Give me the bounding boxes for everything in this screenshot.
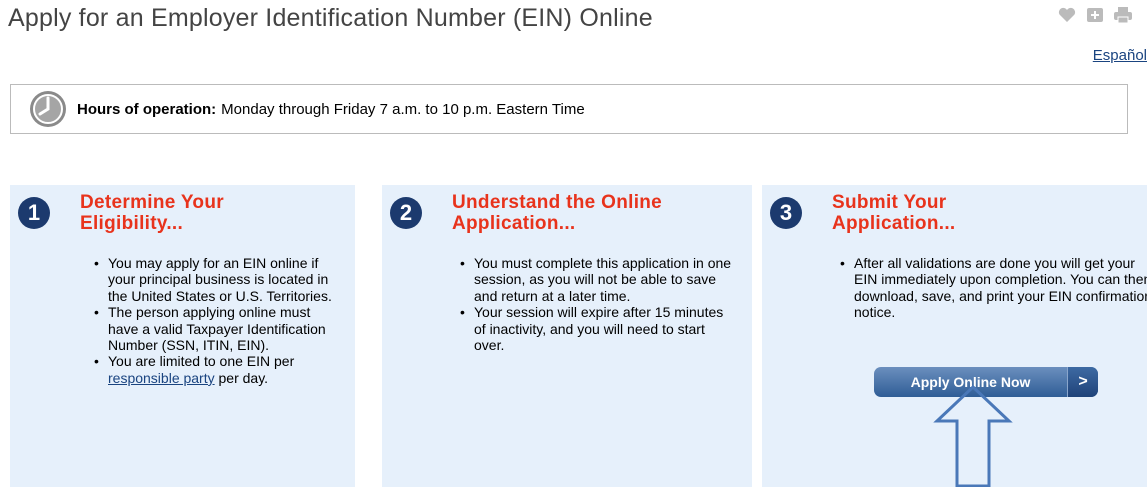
plus-icon[interactable] xyxy=(1085,6,1105,24)
eligibility-list: You may apply for an EIN online if your … xyxy=(90,255,340,386)
step-title: Determine Your Eligibility... xyxy=(80,192,224,234)
step-panel-application: 2 Understand the Online Application... Y… xyxy=(382,185,752,487)
list-item: You must complete this application in on… xyxy=(456,255,736,304)
step-title: Understand the Online Application... xyxy=(452,192,663,234)
list-item: You are limited to one EIN per responsib… xyxy=(90,353,340,386)
spanish-language-link[interactable]: Español xyxy=(1093,47,1147,64)
page-title: Apply for an Employer Identification Num… xyxy=(8,4,653,32)
hours-label: Hours of operation: xyxy=(77,100,217,118)
step-number-3: 3 xyxy=(770,197,802,229)
submit-list: After all validations are done you will … xyxy=(836,255,1147,321)
list-item: After all validations are done you will … xyxy=(836,255,1147,321)
list-item: Your session will expire after 15 minute… xyxy=(456,304,736,353)
page-tools xyxy=(1057,6,1133,24)
step-title: Submit Your Application... xyxy=(832,192,956,234)
hours-text: Monday through Friday 7 a.m. to 10 p.m. … xyxy=(221,100,585,118)
application-list: You must complete this application in on… xyxy=(456,255,736,353)
annotation-up-arrow-icon xyxy=(933,385,1013,487)
hours-of-operation-box: Hours of operation: Monday through Frida… xyxy=(10,84,1128,134)
print-icon[interactable] xyxy=(1113,6,1133,24)
step-panel-eligibility: 1 Determine Your Eligibility... You may … xyxy=(10,185,355,487)
chevron-right-icon: > xyxy=(1067,367,1098,397)
list-item: You may apply for an EIN online if your … xyxy=(90,255,340,304)
responsible-party-link[interactable]: responsible party xyxy=(108,370,215,386)
heart-icon[interactable] xyxy=(1057,6,1077,24)
list-item: The person applying online must have a v… xyxy=(90,304,340,353)
step-number-2: 2 xyxy=(390,197,422,229)
step-number-1: 1 xyxy=(18,197,50,229)
clock-icon xyxy=(30,91,66,127)
